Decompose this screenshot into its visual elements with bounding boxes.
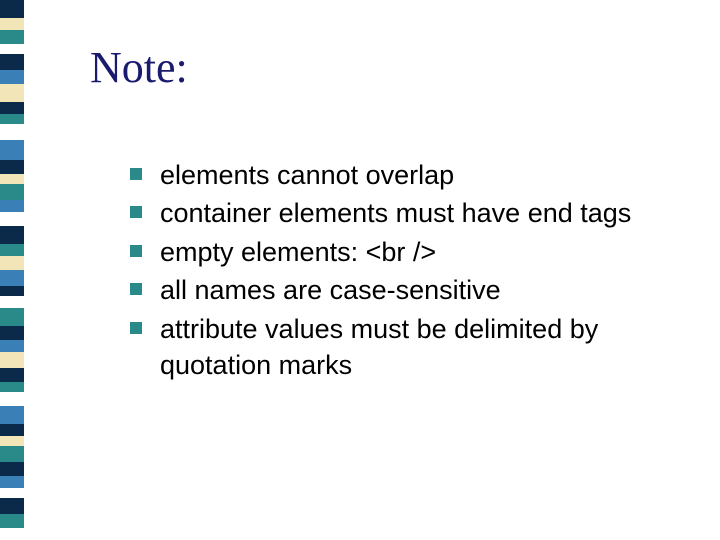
square-bullet-icon	[130, 322, 142, 334]
stripe-segment	[0, 446, 24, 462]
list-item: attribute values must be delimited by qu…	[130, 311, 700, 384]
stripe-segment	[0, 498, 24, 514]
stripe-segment	[0, 270, 24, 286]
stripe-segment	[0, 296, 24, 308]
stripe-segment	[0, 102, 24, 114]
square-bullet-icon	[130, 283, 142, 295]
stripe-segment	[0, 352, 24, 368]
list-item: container elements must have end tags	[130, 195, 700, 231]
stripe-segment	[0, 54, 24, 70]
stripe-segment	[0, 326, 24, 340]
decorative-stripe	[0, 0, 24, 540]
list-item-text: empty elements: <br />	[160, 237, 436, 267]
stripe-segment	[0, 256, 24, 270]
stripe-segment	[0, 114, 24, 124]
slide: Note: elements cannot overlap container e…	[0, 0, 720, 540]
stripe-segment	[0, 140, 24, 160]
stripe-segment	[0, 212, 24, 226]
list-item-text: container elements must have end tags	[160, 198, 631, 228]
square-bullet-icon	[130, 245, 142, 257]
slide-content: Note: elements cannot overlap container e…	[90, 42, 700, 386]
list-item: empty elements: <br />	[130, 234, 700, 270]
slide-title: Note:	[90, 42, 700, 93]
stripe-segment	[0, 18, 24, 30]
stripe-segment	[0, 406, 24, 424]
stripe-segment	[0, 340, 24, 352]
stripe-segment	[0, 392, 24, 406]
stripe-segment	[0, 84, 24, 102]
list-item: elements cannot overlap	[130, 157, 700, 193]
stripe-segment	[0, 286, 24, 296]
stripe-segment	[0, 124, 24, 140]
bullet-list: elements cannot overlap container element…	[90, 157, 700, 384]
stripe-segment	[0, 308, 24, 326]
stripe-segment	[0, 200, 24, 212]
stripe-segment	[0, 462, 24, 476]
stripe-segment	[0, 44, 24, 54]
stripe-segment	[0, 476, 24, 488]
stripe-segment	[0, 174, 24, 184]
stripe-segment	[0, 436, 24, 446]
stripe-segment	[0, 244, 24, 256]
stripe-segment	[0, 70, 24, 84]
stripe-segment	[0, 514, 24, 528]
list-item-text: attribute values must be delimited by qu…	[160, 314, 598, 380]
stripe-segment	[0, 368, 24, 382]
list-item-text: all names are case-sensitive	[160, 275, 501, 305]
stripe-segment	[0, 226, 24, 244]
stripe-segment	[0, 424, 24, 436]
stripe-segment	[0, 184, 24, 200]
square-bullet-icon	[130, 168, 142, 180]
stripe-segment	[0, 30, 24, 44]
list-item-text: elements cannot overlap	[160, 160, 454, 190]
square-bullet-icon	[130, 206, 142, 218]
list-item: all names are case-sensitive	[130, 272, 700, 308]
stripe-segment	[0, 488, 24, 498]
stripe-segment	[0, 382, 24, 392]
stripe-segment	[0, 0, 24, 18]
stripe-segment	[0, 160, 24, 174]
